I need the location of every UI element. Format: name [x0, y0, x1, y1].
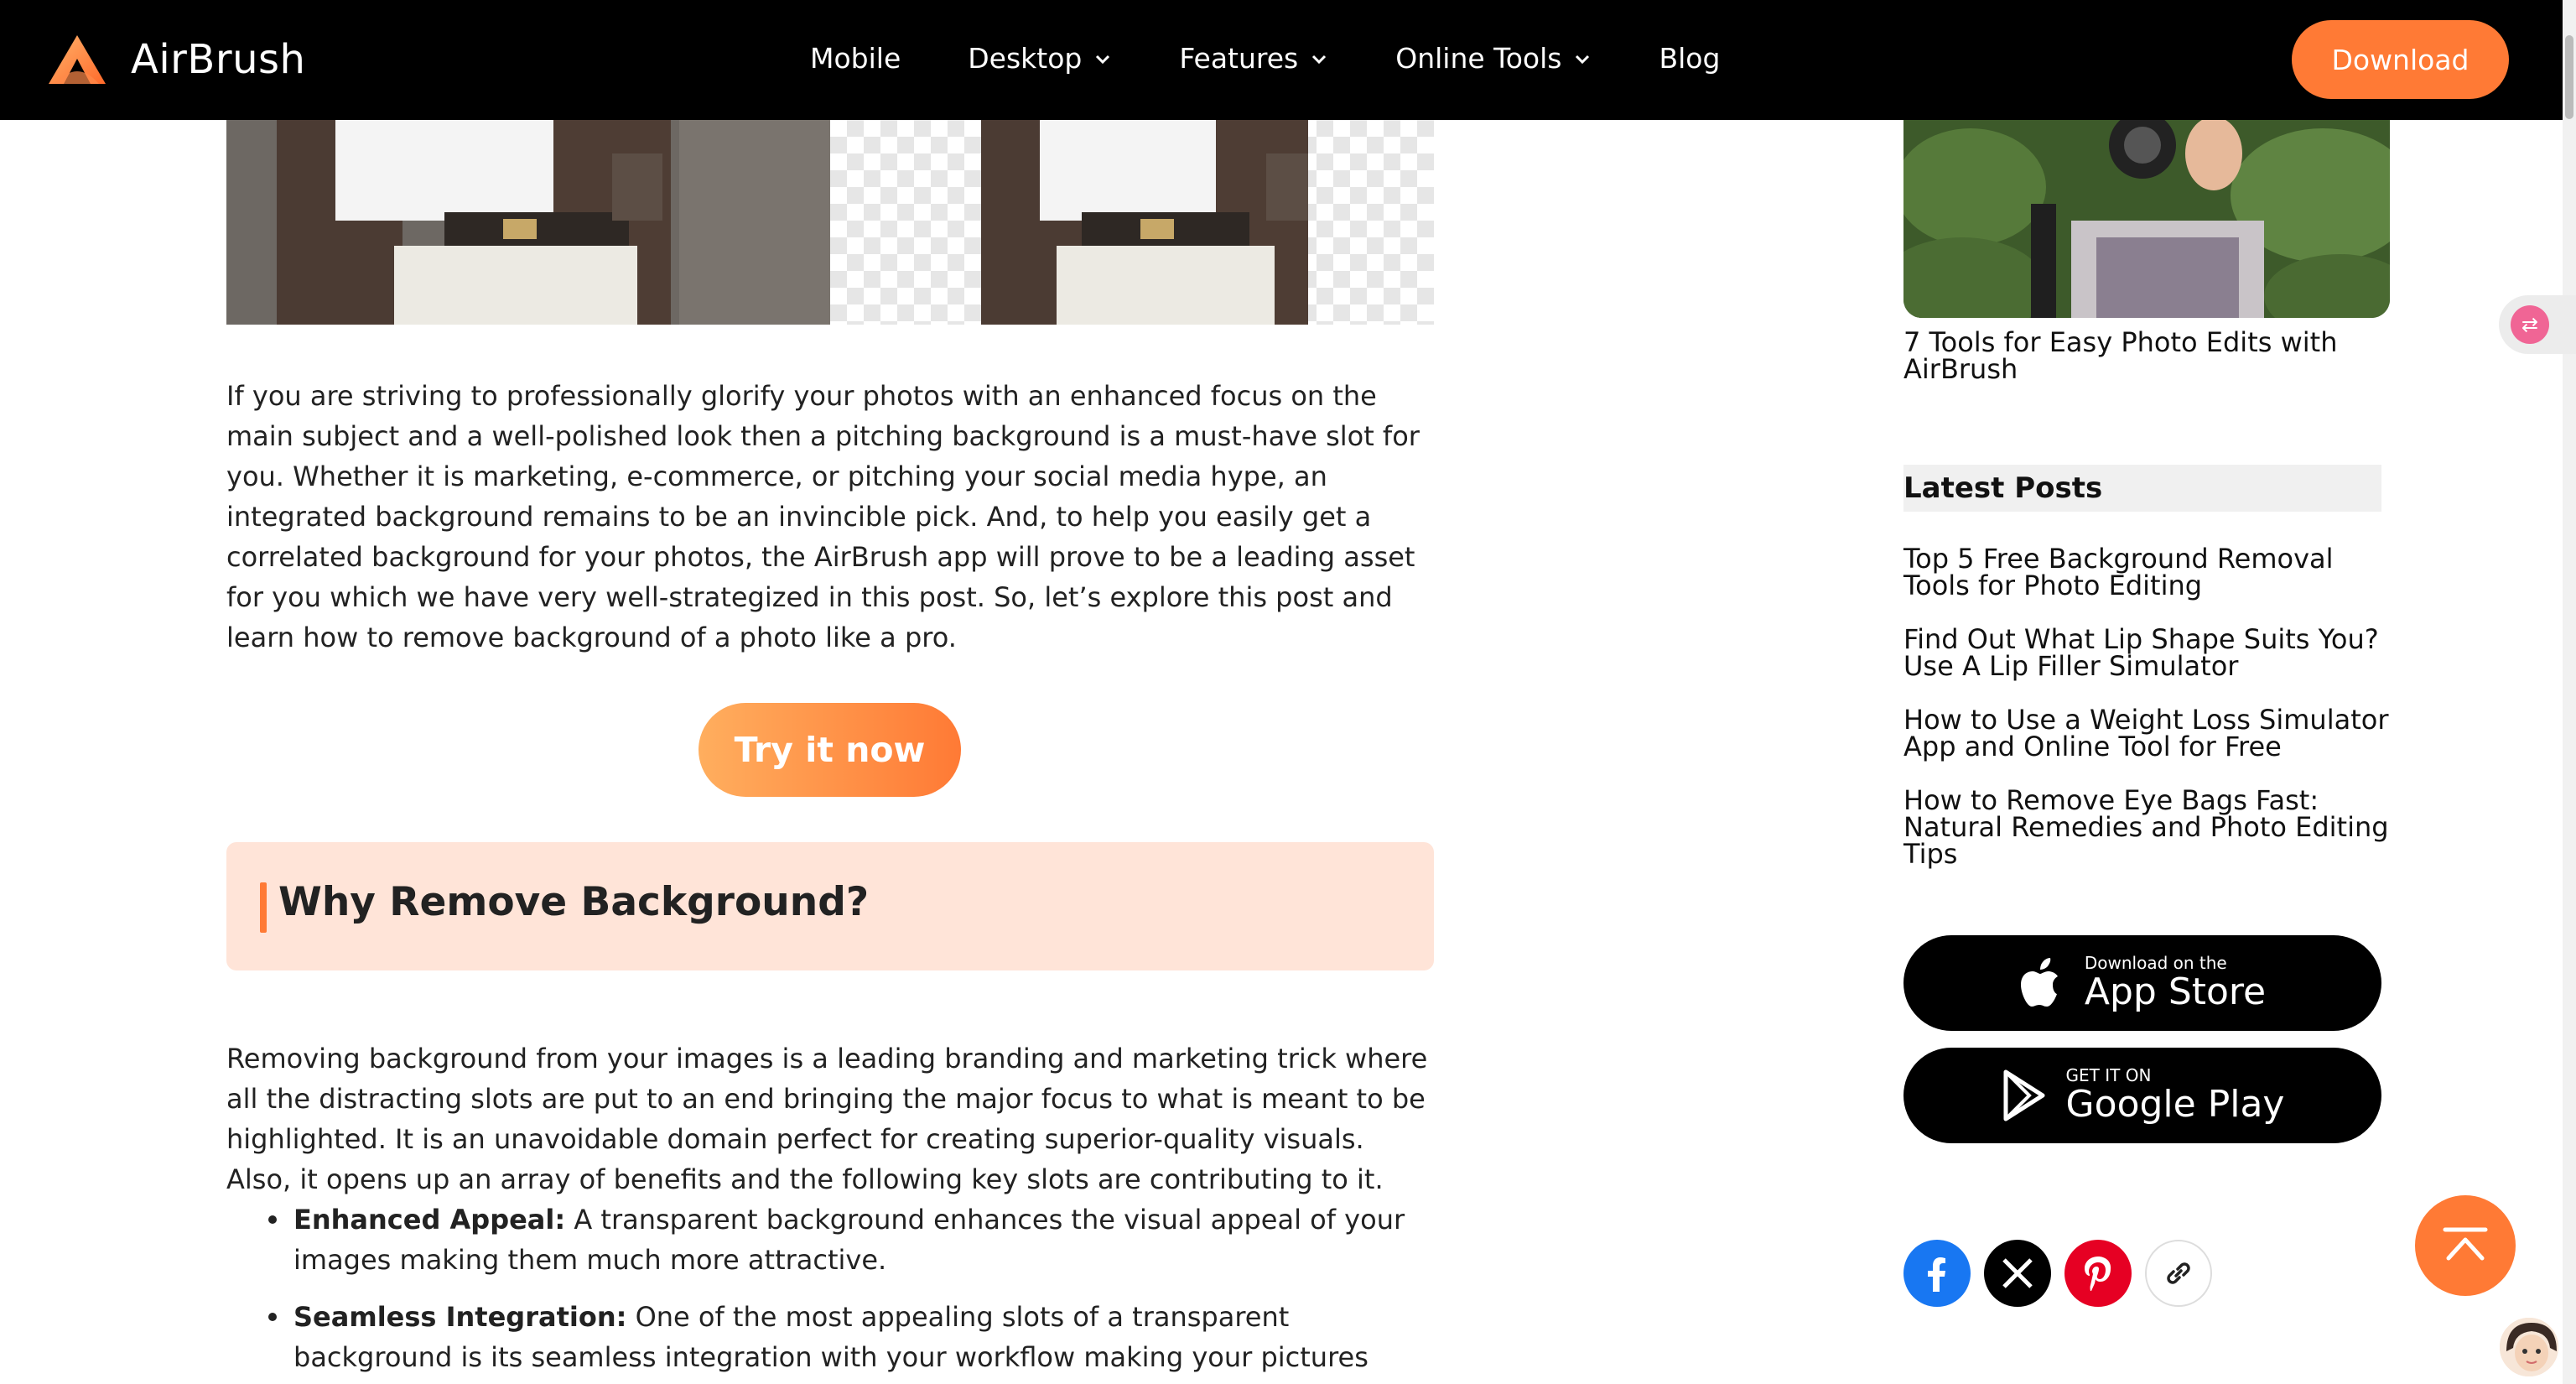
google-play-big-label: Google Play [2065, 1083, 2285, 1126]
chevron-down-icon [1096, 55, 1110, 64]
translate-widget[interactable]: ⇄ [2499, 295, 2576, 354]
latest-post-link[interactable]: How to Remove Eye Bags Fast: Natural Rem… [1903, 787, 2390, 867]
app-store-button[interactable]: Download on the App Store [1903, 935, 2381, 1031]
latest-posts-heading: Latest Posts [1903, 465, 2381, 512]
chevron-down-icon [1576, 55, 1590, 64]
scrollbar[interactable] [2563, 0, 2576, 1384]
back-to-top-button[interactable] [2415, 1195, 2516, 1296]
section-paragraph: Removing background from your images is … [226, 1043, 1428, 1195]
try-it-now-button[interactable]: Try it now [699, 703, 961, 797]
apple-icon [2020, 958, 2058, 1007]
top-nav: AirBrush Mobile Desktop Features Online … [0, 0, 2576, 120]
brand-name: AirBrush [131, 36, 306, 83]
airbrush-logo-icon [49, 35, 106, 84]
list-item: Enhanced Appeal: A transparent backgroun… [226, 1199, 1434, 1280]
background-removal-comparison-image [226, 120, 1434, 325]
google-play-small-label: GET IT ON [2065, 1065, 2152, 1085]
brand-logo[interactable]: AirBrush [47, 34, 305, 86]
intro-paragraph: If you are striving to professionally gl… [226, 380, 1420, 653]
nav-label: Desktop [968, 42, 1083, 75]
app-store-text: Download on the App Store [2085, 954, 2266, 1012]
chevron-down-icon [1312, 55, 1327, 64]
nav-label: Features [1179, 42, 1299, 75]
list-item: Seamless Integration: One of the most ap… [226, 1297, 1434, 1384]
app-store-small-label: Download on the [2084, 953, 2227, 973]
latest-post-link[interactable]: Top 5 Free Background Removal Tools for … [1903, 545, 2390, 599]
translate-icon: ⇄ [2511, 305, 2549, 344]
x-icon[interactable] [1984, 1240, 2051, 1307]
bullet-title: Seamless Integration: [293, 1301, 627, 1333]
nav-label: Mobile [810, 42, 901, 75]
benefits-list: Enhanced Appeal: A transparent backgroun… [226, 1199, 1434, 1384]
featured-post-title[interactable]: 7 Tools for Easy Photo Edits with AirBru… [1903, 329, 2390, 382]
link-icon[interactable] [2145, 1240, 2212, 1307]
scrollbar-thumb[interactable] [2565, 35, 2573, 119]
download-button[interactable]: Download [2292, 20, 2509, 99]
app-store-big-label: App Store [2084, 970, 2267, 1013]
transparent-result-photo [830, 120, 1434, 325]
bullet-title: Enhanced Appeal: [293, 1204, 566, 1236]
latest-post-link[interactable]: Find Out What Lip Shape Suits You? Use A… [1903, 626, 2390, 679]
nav-label: Online Tools [1395, 42, 1562, 75]
google-play-button[interactable]: GET IT ON Google Play [1903, 1048, 2381, 1143]
nav-label: Blog [1659, 42, 1721, 75]
section-heading-box: Why Remove Background? [226, 842, 1434, 970]
heading-accent-bar [260, 882, 267, 933]
latest-post-link[interactable]: How to Use a Weight Loss Simulator App a… [1903, 706, 2390, 760]
nav-item-features[interactable]: Features [1179, 42, 1328, 75]
nav-item-online-tools[interactable]: Online Tools [1395, 42, 1592, 75]
main-menu: Mobile Desktop Features Online Tools Blo… [810, 42, 1787, 75]
nav-item-desktop[interactable]: Desktop [968, 42, 1112, 75]
section-title: Why Remove Background? [278, 879, 870, 925]
latest-posts-list: Top 5 Free Background Removal Tools for … [1903, 545, 2390, 894]
nav-item-blog[interactable]: Blog [1659, 42, 1720, 75]
pinterest-icon[interactable] [2064, 1240, 2132, 1307]
arrow-up-icon [2443, 1227, 2488, 1261]
google-play-icon [2003, 1069, 2045, 1121]
original-photo [226, 120, 830, 325]
google-play-text: GET IT ON Google Play [2066, 1066, 2285, 1125]
nav-item-mobile[interactable]: Mobile [810, 42, 901, 75]
facebook-icon[interactable] [1903, 1240, 1971, 1307]
social-share-bar [1903, 1240, 2225, 1307]
featured-post-image[interactable] [1903, 120, 2390, 318]
chat-assistant-avatar[interactable] [2497, 1315, 2561, 1379]
